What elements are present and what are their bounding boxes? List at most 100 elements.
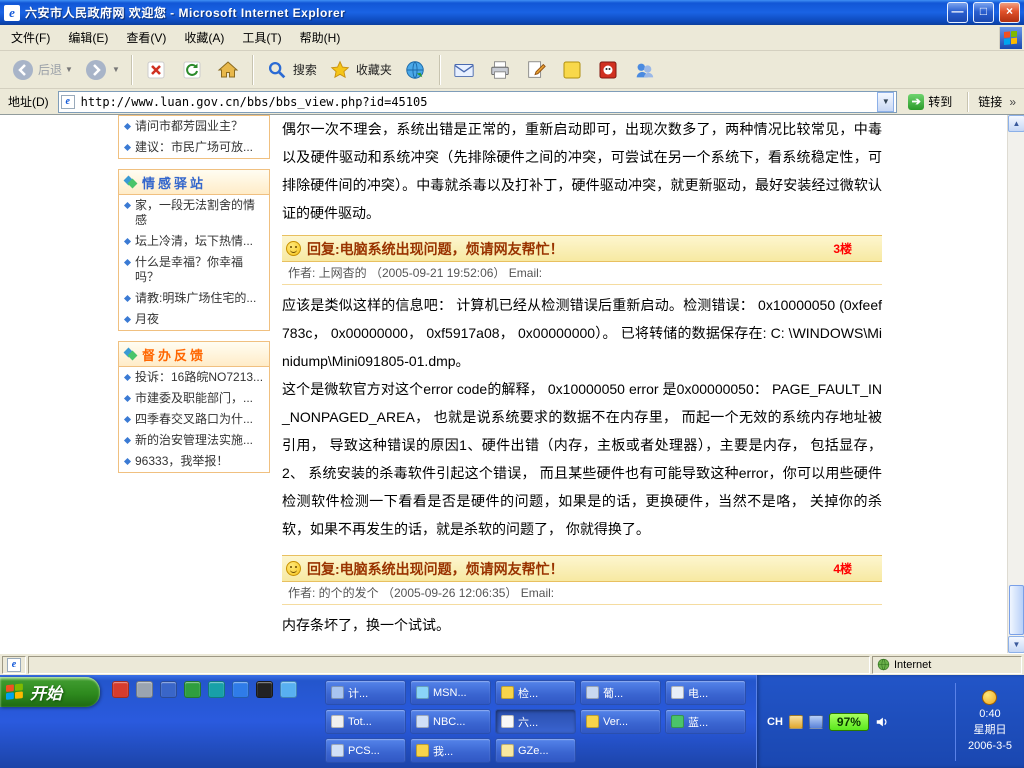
save-disk-icon[interactable]	[160, 681, 177, 698]
bullet-icon	[124, 202, 131, 209]
reply-title: 回复:电脑系统出现问题，烦请网友帮忙！	[307, 239, 564, 259]
task-label: 我...	[433, 743, 453, 759]
menu-tools[interactable]: 工具(T)	[233, 26, 290, 50]
taskbar-button[interactable]: PCS...	[325, 738, 406, 763]
ime-icon[interactable]	[789, 715, 803, 729]
topic-label: 建议：市民广场可放...	[135, 140, 253, 155]
maximize-button[interactable]: □	[973, 2, 994, 23]
mail-button[interactable]	[448, 55, 481, 84]
back-dropdown-icon[interactable]: ▼	[65, 65, 73, 74]
taskbar-button[interactable]: 葡...	[580, 680, 661, 705]
scroll-up-icon[interactable]: ▲	[1008, 115, 1024, 132]
stop-icon	[144, 57, 169, 82]
qq-icon[interactable]	[256, 681, 273, 698]
edit-button[interactable]	[520, 55, 553, 84]
search-button[interactable]: 搜索	[261, 55, 321, 84]
forward-button[interactable]: ▼	[80, 55, 124, 84]
window-icon	[416, 744, 429, 757]
forum-main: 偶尔一次不理会，系统出错是正常的，重新启动即可，出现次数多了，两种情况比较常见，…	[282, 115, 882, 643]
stop-button[interactable]	[140, 55, 173, 84]
taskbar-button[interactable]: 电...	[665, 680, 746, 705]
sidebar-topic-link[interactable]: 四季春交叉路口为什...	[119, 409, 269, 430]
menu-favorites[interactable]: 收藏(A)	[175, 26, 233, 50]
messenger-button[interactable]	[628, 55, 661, 84]
bullet-icon	[124, 437, 131, 444]
task-label: 蓝...	[688, 714, 708, 730]
links-label[interactable]: 链接	[978, 93, 1002, 110]
close-button[interactable]: ×	[999, 2, 1020, 23]
sidebar-topic-link[interactable]: 坛上冷清，坛下热情...	[119, 231, 269, 252]
sidebar-topic-link[interactable]: 请教:明珠广场住宅的...	[119, 288, 269, 309]
task-button-grid: 计... MSN... 检... 葡... 电... Tot... NBC...…	[325, 680, 746, 763]
window-icon	[586, 686, 599, 699]
outlook-icon[interactable]	[280, 681, 297, 698]
sidebar-topic-link[interactable]: 新的治安管理法实施...	[119, 430, 269, 451]
minimize-button[interactable]: —	[947, 2, 968, 23]
page-icon: e	[61, 95, 75, 109]
sidebar-topic-link[interactable]: 96333，我举报！	[119, 451, 269, 472]
links-chevron-icon[interactable]: »	[1007, 95, 1020, 109]
notes-button[interactable]	[556, 55, 589, 84]
taskbar-button[interactable]: GZe...	[495, 738, 576, 763]
topic-label: 请教:明珠广场住宅的...	[135, 291, 256, 306]
bullet-icon	[124, 123, 131, 130]
taskbar-button[interactable]: Tot...	[325, 709, 406, 734]
security-icon[interactable]	[809, 715, 823, 729]
sidebar-topic-link[interactable]: 建议：市民广场可放...	[119, 137, 269, 158]
back-icon	[10, 57, 35, 82]
bullet-icon	[124, 316, 131, 323]
address-input[interactable]	[79, 94, 874, 110]
address-dropdown-icon[interactable]: ▼	[877, 92, 894, 112]
topic-label: 坛上冷清，坛下热情...	[135, 234, 253, 249]
taskbar-button[interactable]: MSN...	[410, 680, 491, 705]
windows-logo-icon	[999, 27, 1022, 49]
media-player-icon[interactable]	[112, 681, 129, 698]
volume-icon[interactable]	[136, 681, 153, 698]
menu-view[interactable]: 查看(V)	[117, 26, 175, 50]
bullet-icon	[124, 295, 131, 302]
taskbar-button-active[interactable]: 六...	[495, 709, 576, 734]
antivirus-icon[interactable]	[184, 681, 201, 698]
taskbar-button[interactable]: 蓝...	[665, 709, 746, 734]
qq-button[interactable]	[592, 55, 625, 84]
sidebar-topic-link[interactable]: 什么是幸福？你幸福吗？	[119, 252, 269, 288]
go-button[interactable]: ➔ 转到	[902, 92, 958, 111]
bullet-icon	[124, 395, 131, 402]
menu-help[interactable]: 帮助(H)	[291, 26, 350, 50]
taskbar-button[interactable]: 我...	[410, 738, 491, 763]
taskbar-button[interactable]: 检...	[495, 680, 576, 705]
sidebar-topic-link[interactable]: 投诉：16路皖NO7213...	[119, 367, 269, 388]
scroll-down-icon[interactable]: ▼	[1008, 636, 1024, 653]
scrollbar-thumb[interactable]	[1009, 585, 1024, 635]
toolbar-separator	[439, 55, 441, 85]
messenger-icon[interactable]	[208, 681, 225, 698]
back-button[interactable]: 后退 ▼	[6, 55, 77, 84]
forward-dropdown-icon[interactable]: ▼	[112, 65, 120, 74]
reply-paragraph: 这个是微软官方对这个error code的解释， 0x10000050 erro…	[282, 375, 882, 543]
ie-icon[interactable]	[232, 681, 249, 698]
sidebar-topic-link[interactable]: 家，一段无法割舍的情感	[119, 195, 269, 231]
favorites-button[interactable]: 收藏夹	[324, 55, 396, 84]
taskbar-button[interactable]: Ver...	[580, 709, 661, 734]
print-button[interactable]	[484, 55, 517, 84]
home-button[interactable]	[212, 55, 245, 84]
language-indicator[interactable]: CH	[767, 716, 783, 728]
bullet-icon	[124, 416, 131, 423]
smiley-icon	[286, 561, 301, 576]
taskbar-button[interactable]: NBC...	[410, 709, 491, 734]
media-button[interactable]	[399, 55, 432, 84]
taskbar-button[interactable]: 计...	[325, 680, 406, 705]
sidebar-topic-link[interactable]: 市建委及职能部门，...	[119, 388, 269, 409]
refresh-button[interactable]	[176, 55, 209, 84]
sidebar-topic-link[interactable]: 请问市都芳园业主？	[119, 116, 269, 137]
topic-label: 96333，我举报！	[135, 454, 228, 469]
start-button[interactable]: 开始	[0, 677, 100, 707]
system-tray: CH 97% 0:40 星期日 2006-3-5	[756, 675, 1024, 768]
vertical-scrollbar[interactable]: ▲ ▼	[1007, 115, 1024, 653]
volume-icon[interactable]	[875, 715, 889, 729]
menu-file[interactable]: 文件(F)	[2, 26, 59, 50]
window-icon	[331, 744, 344, 757]
menu-edit[interactable]: 编辑(E)	[59, 26, 117, 50]
sidebar-topic-link[interactable]: 月夜	[119, 309, 269, 330]
battery-indicator[interactable]: 97%	[829, 713, 869, 731]
